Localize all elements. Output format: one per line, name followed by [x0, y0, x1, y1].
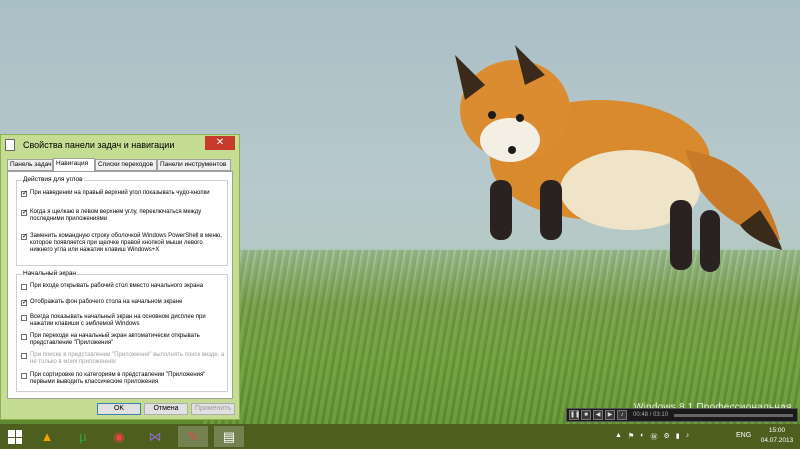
checkbox-label: Отображать фон рабочего стола на начальн…: [30, 299, 183, 305]
checkbox-row[interactable]: При наведении на правый верхний угол пок…: [21, 189, 225, 197]
media-player-toolbar: ❚❚ ■ ◀ ▶ ♪ 00:48 / 03:10: [566, 408, 798, 422]
clock[interactable]: 15:00 04.07.2013: [756, 426, 798, 446]
stop-icon[interactable]: ■: [581, 410, 591, 420]
tab-navigation[interactable]: Навигация: [53, 158, 95, 172]
start-button[interactable]: [8, 430, 22, 444]
tray-icon[interactable]: ◐: [640, 432, 644, 442]
tray-icon[interactable]: ▲: [615, 432, 622, 442]
checkbox-label: При наведении на правый верхний угол пок…: [30, 190, 210, 196]
checkbox[interactable]: [21, 334, 27, 340]
paint-app-icon[interactable]: ✎: [178, 426, 208, 447]
tab-toolbars[interactable]: Панели инструментов: [157, 159, 231, 171]
checkbox-row[interactable]: При сортировке по категориям в представл…: [21, 372, 225, 386]
checkbox-row[interactable]: Заменить командную строку оболочкой Wind…: [21, 232, 225, 254]
language-indicator[interactable]: ENG: [736, 432, 751, 439]
seek-bar[interactable]: [674, 413, 793, 417]
dialog-icon: [5, 139, 15, 151]
tray-icon[interactable]: Ⓦ: [650, 432, 657, 442]
notification-area: ▲ ⚑ ◐ Ⓦ ⚙ ▮ ♪: [615, 432, 689, 442]
chrome-app-icon[interactable]: ◉: [104, 426, 134, 447]
taskbar: ▲ µ ◉ ⋈ ✎ ▤ ▲ ⚑ ◐ Ⓦ ⚙ ▮ ♪ ENG 15:00 04.07.2013: [0, 424, 800, 449]
tray-icon[interactable]: ▮: [676, 432, 680, 442]
media-time: 00:48 / 03:10: [633, 412, 669, 418]
aimp-app-icon[interactable]: ▲: [32, 426, 62, 447]
utorrent-app-icon[interactable]: µ: [68, 426, 98, 447]
checkbox-label: Когда я щелкаю в левом верхнем углу, пер…: [30, 209, 202, 222]
tray-icon[interactable]: ⚙: [663, 432, 669, 442]
tray-icon[interactable]: ⚑: [628, 432, 634, 442]
checkbox-label: Всегда показывать начальный экран на осн…: [30, 314, 206, 327]
checkbox-row: При поиске в представлении "Приложения" …: [21, 352, 225, 366]
checkbox-label: При поиске в представлении "Приложения" …: [30, 352, 225, 365]
checkbox[interactable]: [21, 373, 27, 379]
checkbox: [21, 353, 27, 359]
fox-image: [455, 45, 782, 272]
volume-icon[interactable]: ♪: [617, 410, 627, 420]
checkbox[interactable]: [21, 284, 27, 290]
checkbox[interactable]: [21, 232, 28, 240]
corner-actions-label: Действия для углов: [22, 176, 84, 183]
checkbox-label: При входе открывать рабочий стол вместо …: [30, 283, 204, 289]
start-screen-group: Начальный экран При входе открывать рабо…: [16, 270, 228, 392]
checkbox-label: При сортировке по категориям в представл…: [30, 372, 206, 385]
checkbox[interactable]: [21, 189, 28, 197]
ok-button[interactable]: OK: [97, 403, 141, 415]
previous-icon[interactable]: ◀: [593, 410, 603, 420]
start-screen-label: Начальный экран: [22, 270, 78, 277]
taskbar-navigation-properties-dialog: Свойства панели задач и навигации ✕ Пане…: [0, 134, 240, 420]
checkbox[interactable]: [21, 208, 28, 216]
next-icon[interactable]: ▶: [605, 410, 615, 420]
dialog-title: Свойства панели задач и навигации: [23, 140, 175, 150]
checkbox-label: При переходе на начальный экран автомати…: [30, 333, 200, 346]
checkbox-row[interactable]: Когда я щелкаю в левом верхнем углу, пер…: [21, 208, 225, 223]
navigation-tab-panel: Действия для углов При наведении на прав…: [7, 171, 233, 399]
apply-button: Применить: [191, 403, 235, 415]
clock-date: 04.07.2013: [760, 437, 794, 444]
checkbox-label: Заменить командную строку оболочкой Wind…: [30, 233, 222, 253]
checkbox-row[interactable]: Всегда показывать начальный экран на осн…: [21, 314, 225, 328]
checkbox-row[interactable]: При входе открывать рабочий стол вместо …: [21, 283, 225, 290]
tab-jump-lists[interactable]: Списки переходов: [95, 159, 157, 171]
tray-icon[interactable]: ♪: [686, 432, 690, 442]
checkbox[interactable]: [21, 298, 28, 306]
clock-time: 15:00: [768, 427, 786, 434]
checkbox[interactable]: [21, 315, 27, 321]
properties-app-icon[interactable]: ▤: [214, 426, 244, 447]
corner-actions-group: Действия для углов При наведении на прав…: [16, 176, 228, 266]
visual-studio-app-icon[interactable]: ⋈: [140, 426, 170, 447]
dialog-titlebar[interactable]: Свойства панели задач и навигации ✕: [1, 135, 239, 157]
checkbox-row[interactable]: Отображать фон рабочего стола на начальн…: [21, 298, 225, 306]
cancel-button[interactable]: Отмена: [144, 403, 188, 415]
checkbox-row[interactable]: При переходе на начальный экран автомати…: [21, 333, 225, 347]
close-button[interactable]: ✕: [205, 136, 235, 150]
tab-taskbar[interactable]: Панель задач: [7, 159, 53, 171]
pause-icon[interactable]: ❚❚: [569, 410, 580, 420]
